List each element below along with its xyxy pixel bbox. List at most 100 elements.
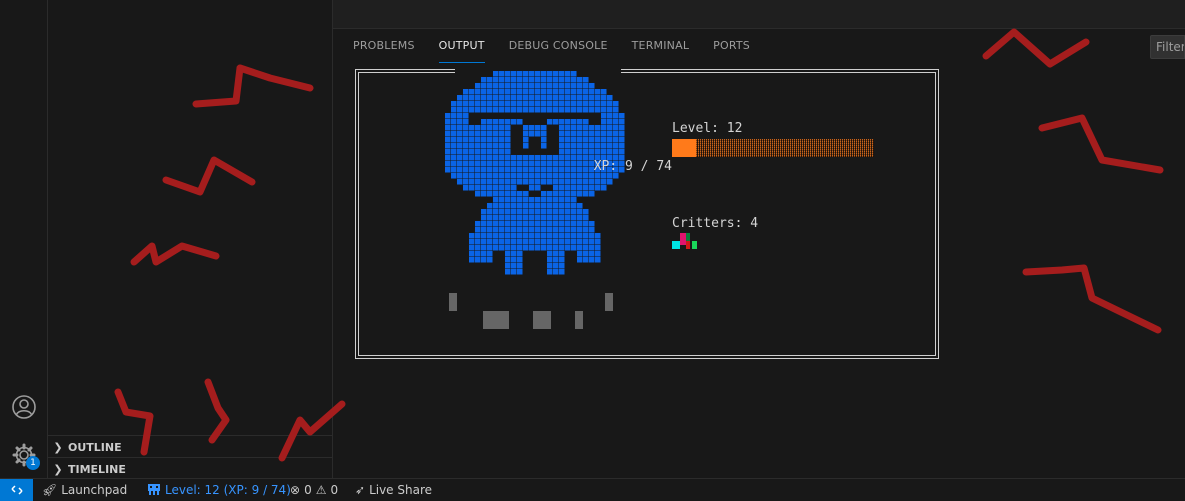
creature-pixel <box>553 221 559 227</box>
creature-pixel <box>577 239 583 245</box>
creature-pixel <box>559 137 565 143</box>
remote-button[interactable] <box>0 479 33 501</box>
creature-pixel <box>577 149 583 155</box>
creature-pixel <box>505 143 511 149</box>
creature-pixel <box>457 179 463 185</box>
creature-pixel <box>487 185 493 191</box>
creature-pixel <box>535 77 541 83</box>
creature-pixel <box>517 209 523 215</box>
creature-pixel <box>571 227 577 233</box>
creature-pixel <box>547 209 553 215</box>
tab-debug-console[interactable]: DEBUG CONSOLE <box>509 39 608 63</box>
creature-pixel <box>559 227 565 233</box>
creature-pixel <box>523 245 529 251</box>
creature-pixel <box>577 137 583 143</box>
tab-problems[interactable]: PROBLEMS <box>353 39 415 63</box>
launchpad-status[interactable]: 🚀︎ Launchpad <box>42 479 127 501</box>
creature-pixel <box>475 131 481 137</box>
account-icon[interactable] <box>11 394 37 420</box>
creature-pixel <box>529 215 535 221</box>
creature-pixel <box>463 95 469 101</box>
creature-pixel <box>589 101 595 107</box>
creature-pixel <box>577 233 583 239</box>
creature-pixel <box>553 107 559 113</box>
creature-pixel <box>565 209 571 215</box>
creature-pixel <box>457 125 463 131</box>
creature-pixel <box>571 101 577 107</box>
timeline-section-header[interactable]: ❯ TIMELINE <box>48 457 332 480</box>
creature-pixel <box>559 179 565 185</box>
creature-pixel <box>451 167 457 173</box>
creature-pixel <box>559 83 565 89</box>
creature-pixel <box>511 257 517 263</box>
creature-pixel <box>493 137 499 143</box>
creature-pixel <box>535 233 541 239</box>
creature-pixel <box>553 89 559 95</box>
creature-pixel <box>505 215 511 221</box>
creature-pixel <box>505 137 511 143</box>
live-share-status[interactable]: ➶ Live Share <box>355 479 432 501</box>
creature-pixel <box>547 233 553 239</box>
creature-pixel <box>487 257 493 263</box>
tab-output[interactable]: OUTPUT <box>438 39 485 63</box>
creature-pixel <box>493 203 499 209</box>
creature-pixel <box>559 269 565 275</box>
creature-pixel <box>535 95 541 101</box>
creature-pixel <box>505 239 511 245</box>
creature-pixel <box>499 77 505 83</box>
filter-input[interactable]: Filter <box>1150 35 1185 59</box>
creature-pixel <box>571 185 577 191</box>
creature-pixel <box>529 95 535 101</box>
creature-pixel <box>487 149 493 155</box>
creature-pixel <box>505 197 511 203</box>
creature-pixel <box>469 143 475 149</box>
creature-pixel <box>517 95 523 101</box>
creature-pixel <box>559 239 565 245</box>
creature-pixel <box>583 83 589 89</box>
tab-terminal[interactable]: TERMINAL <box>632 39 690 63</box>
creature-pixel <box>511 185 517 191</box>
problems-status[interactable]: ⊗ 0 ⚠︎ 0 <box>290 479 338 501</box>
creature-pixel <box>487 119 493 125</box>
creature-pixel <box>595 185 601 191</box>
creature-shadow <box>483 311 509 329</box>
creature-pixel <box>469 89 475 95</box>
creature-pixel <box>601 143 607 149</box>
creature-pixel <box>571 209 577 215</box>
creature-pixel <box>481 83 487 89</box>
creature-pixel <box>463 131 469 137</box>
creature-pixel <box>493 131 499 137</box>
creature-pixel <box>493 185 499 191</box>
creature-pixel <box>469 257 475 263</box>
creature-pixel <box>493 221 499 227</box>
creature-pixel <box>517 257 523 263</box>
creature-pixel <box>517 263 523 269</box>
creature-pixel <box>595 239 601 245</box>
creature-pixel <box>445 161 451 167</box>
pet-level-status[interactable]: Level: 12 (XP: 9 / 74) <box>147 479 291 501</box>
creature-pixel <box>523 137 529 143</box>
creature-pixel <box>607 119 613 125</box>
creature-pixel <box>445 149 451 155</box>
creature-pixel <box>565 95 571 101</box>
chevron-right-icon: ❯ <box>53 462 63 476</box>
creature-pixel <box>445 131 451 137</box>
creature-pixel <box>601 131 607 137</box>
creature-pixel <box>457 107 463 113</box>
creature-pixel <box>487 245 493 251</box>
creature-pixel <box>511 179 517 185</box>
creature-pixel <box>535 89 541 95</box>
creature-pixel <box>505 107 511 113</box>
creature-pixel <box>451 143 457 149</box>
tab-ports[interactable]: PORTS <box>713 39 750 63</box>
creature-pixel <box>589 107 595 113</box>
creature-pixel <box>565 125 571 131</box>
creature-pixel <box>517 179 523 185</box>
creature-pixel <box>505 257 511 263</box>
creature-pixel <box>541 77 547 83</box>
critters-label: Critters: 4 <box>672 216 759 231</box>
outline-section-header[interactable]: ❯ OUTLINE <box>48 435 332 458</box>
creature-pixel <box>589 89 595 95</box>
creature-pixel <box>481 221 487 227</box>
pet-creature[interactable] <box>445 61 633 341</box>
